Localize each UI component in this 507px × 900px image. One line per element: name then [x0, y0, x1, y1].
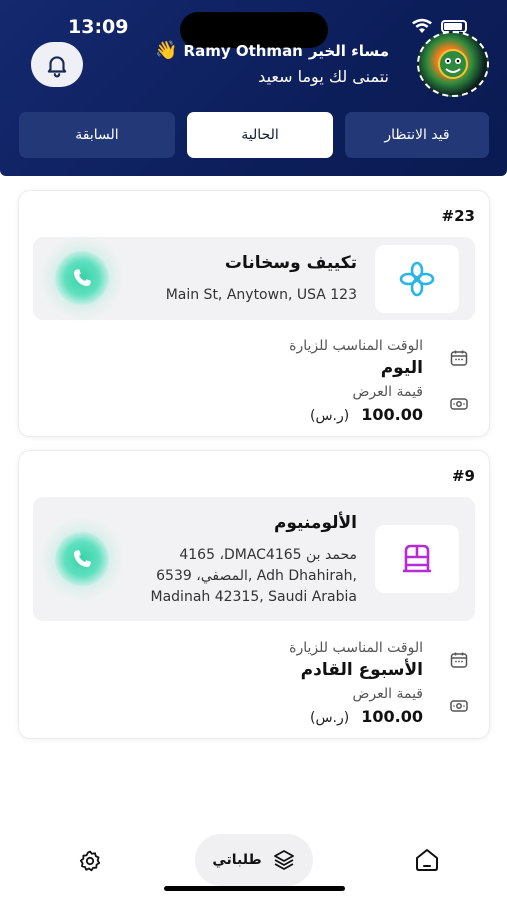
avatar-face-icon: [438, 49, 468, 79]
home-indicator: [164, 886, 345, 891]
wave-emoji: 👋: [155, 40, 178, 61]
order-number: #9: [451, 467, 475, 485]
tab-pending[interactable]: قيد الانتظار: [345, 112, 489, 158]
call-button[interactable]: [55, 251, 109, 305]
gear-icon: [79, 850, 101, 872]
price-value: 100.00: [361, 707, 423, 726]
order-status-tabs: السابقة الحالية قيد الانتظار: [19, 112, 489, 158]
price-currency: (ر.س): [310, 710, 350, 726]
order-card[interactable]: #9 الألومنيوم 4165 ،DMAC4165 محمد بن الم…: [18, 450, 490, 739]
service-name: الألومنيوم: [273, 513, 357, 533]
notifications-button[interactable]: [31, 42, 83, 87]
user-name: Ramy Othman: [183, 41, 303, 60]
greeting-text: مساء الخير: [308, 41, 389, 60]
service-name: تكييف وسخانات: [224, 253, 357, 273]
price-label: قيمة العرض: [352, 384, 423, 400]
address-line: المصفي، 6539, Adh Dhahirah,: [156, 568, 357, 584]
nav-settings[interactable]: [78, 849, 102, 877]
visit-time-value: الأسبوع القادم: [300, 660, 423, 680]
price-row: (ر.س) 100.00: [310, 707, 423, 726]
service-address: Main St, Anytown, USA 123: [166, 285, 357, 306]
cash-icon: [450, 398, 468, 410]
greeting: 👋 Ramy Othman مساء الخير: [155, 40, 389, 61]
nav-orders-label: طلباتي: [212, 852, 262, 868]
call-button[interactable]: [55, 532, 109, 586]
price-currency: (ر.س): [310, 408, 350, 424]
greeting-subtitle: نتمنى لك يوما سعيد: [258, 67, 389, 86]
phone-icon: [73, 550, 91, 568]
header: 13:09 👋 Ramy Othman مساء الخير نتمنى لك …: [0, 0, 507, 176]
tab-current[interactable]: الحالية: [187, 112, 333, 158]
visit-time-value: اليوم: [380, 358, 423, 378]
service-icon-box: [375, 525, 459, 593]
bell-icon: [47, 55, 67, 77]
price-row: (ر.س) 100.00: [310, 405, 423, 424]
calendar-icon: [450, 652, 468, 668]
order-number: #23: [441, 207, 475, 225]
service-box: تكييف وسخانات Main St, Anytown, USA 123: [33, 237, 475, 320]
order-card[interactable]: #23 تكييف وسخانات Main St, Anytown, USA …: [18, 190, 490, 437]
status-time: 13:09: [68, 16, 129, 38]
home-icon: [416, 849, 438, 871]
nav-home[interactable]: [413, 846, 441, 878]
window-frame-icon: [403, 544, 431, 573]
avatar[interactable]: [417, 31, 489, 97]
cash-icon: [450, 700, 468, 712]
visit-time-label: الوقت المناسب للزيارة: [289, 338, 423, 354]
phone-icon: [73, 269, 91, 287]
tab-previous[interactable]: السابقة: [19, 112, 175, 158]
address-line: 4165 ،DMAC4165 محمد بن: [179, 547, 357, 563]
price-label: قيمة العرض: [352, 686, 423, 702]
service-address: 4165 ،DMAC4165 محمد بن المصفي، 6539, Adh…: [151, 545, 357, 608]
snowflake-fan-icon: [399, 261, 435, 297]
service-box: الألومنيوم 4165 ،DMAC4165 محمد بن المصفي…: [33, 497, 475, 621]
visit-time-label: الوقت المناسب للزيارة: [289, 640, 423, 656]
service-icon-box: [375, 245, 459, 313]
address-line: Main St, Anytown, USA 123: [165, 287, 357, 303]
nav-orders[interactable]: طلباتي: [195, 834, 313, 886]
price-value: 100.00: [361, 405, 423, 424]
wifi-icon: [412, 18, 432, 33]
layers-icon: [273, 850, 294, 870]
address-line: Madinah 42315, Saudi Arabia: [150, 589, 357, 605]
calendar-icon: [450, 350, 468, 366]
